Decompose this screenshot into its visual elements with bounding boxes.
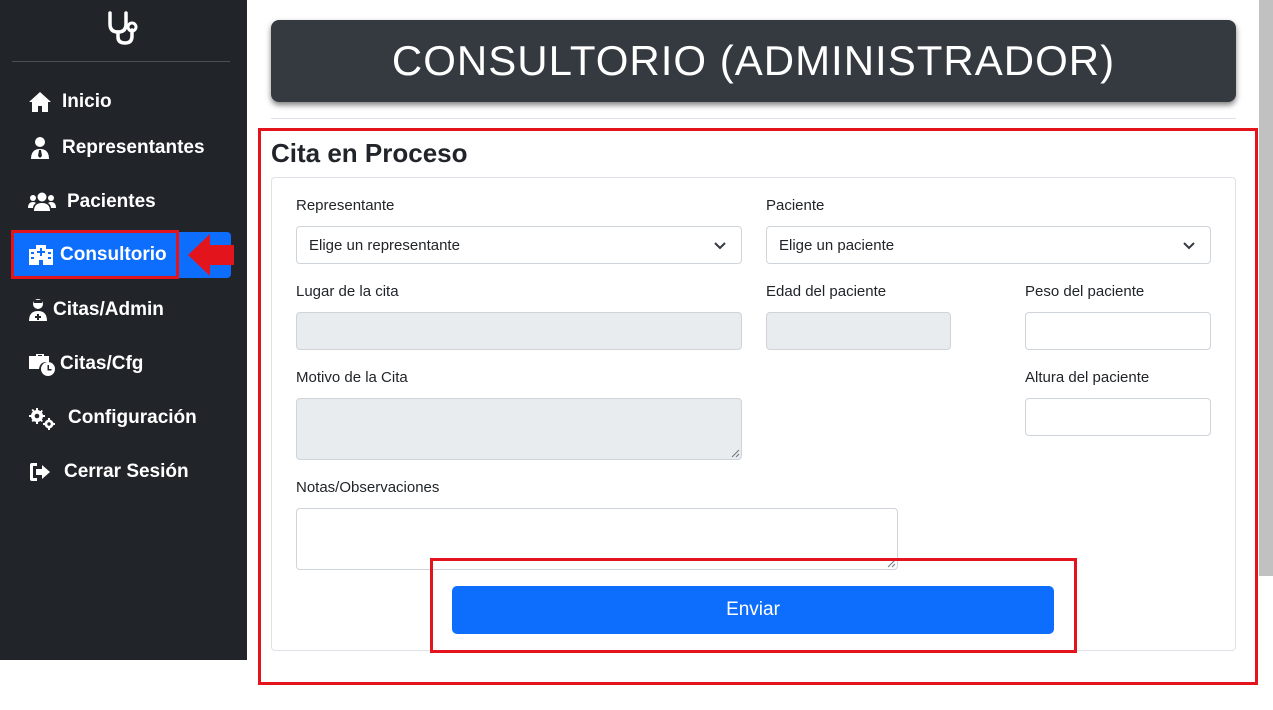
sidebar-item-label: Pacientes — [67, 191, 156, 212]
sidebar-item-pacientes[interactable]: Pacientes — [28, 179, 156, 225]
arrow-left-icon — [188, 234, 234, 276]
user-md-icon — [29, 299, 47, 321]
sidebar-item-configuracion[interactable]: Configuración — [28, 395, 197, 441]
header-divider — [271, 118, 1236, 119]
page-title: CONSULTORIO (ADMINISTRADOR) — [391, 37, 1116, 84]
sidebar-item-label: Inicio — [62, 91, 112, 112]
sidebar-item-label: Representantes — [62, 137, 205, 158]
scrollbar-thumb[interactable] — [1259, 0, 1273, 576]
business-time-icon — [29, 354, 55, 376]
highlight-box-submit — [430, 558, 1077, 653]
sidebar-item-label: Citas/Cfg — [60, 353, 144, 374]
sidebar-item-label: Cerrar Sesión — [64, 461, 189, 482]
sidebar-item-citas-cfg[interactable]: Citas/Cfg — [28, 341, 143, 387]
sidebar-item-citas-admin[interactable]: Citas/Admin — [26, 287, 164, 333]
users-icon — [28, 192, 56, 211]
home-icon — [29, 92, 51, 112]
stethoscope-icon — [108, 11, 138, 45]
page-title-banner: CONSULTORIO (ADMINISTRADOR) — [271, 20, 1236, 102]
sidebar-item-cerrar-sesion[interactable]: Cerrar Sesión — [28, 449, 189, 495]
highlight-box-consultorio — [11, 230, 179, 279]
sidebar-divider — [12, 61, 230, 62]
cogs-icon — [29, 408, 55, 430]
sidebar-item-label: Citas/Admin — [53, 299, 164, 320]
sidebar-item-inicio[interactable]: Inicio — [28, 79, 112, 125]
sidebar-item-label: Configuración — [68, 407, 197, 428]
sign-out-icon — [30, 463, 50, 481]
sidebar-item-representantes[interactable]: Representantes — [28, 125, 205, 171]
user-tie-icon — [31, 137, 49, 159]
